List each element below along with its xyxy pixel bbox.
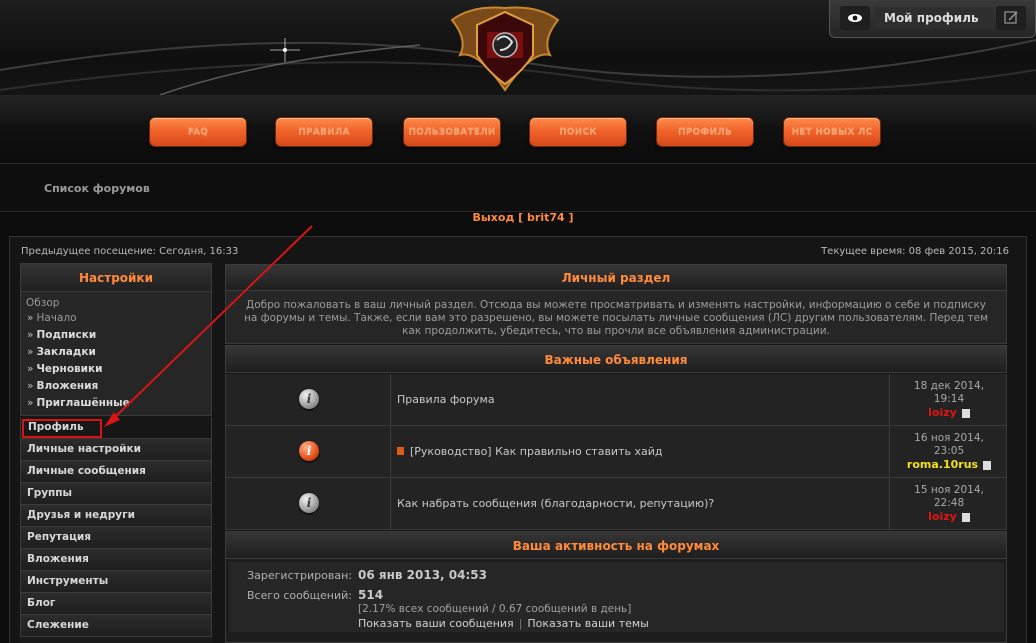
my-profile-box[interactable]: Мой профиль bbox=[829, 0, 1036, 38]
announcement-lastpost-cell: 18 дек 2014, 19:14 loizy bbox=[889, 374, 1007, 425]
sidebar-item-attachments[interactable]: Вложения bbox=[20, 549, 212, 571]
logout-link[interactable]: Выход [ brit74 ] bbox=[0, 211, 1036, 224]
activity-title: Ваша активность на форумах bbox=[225, 531, 1007, 559]
nav-profile-button[interactable]: Профиль bbox=[657, 118, 753, 146]
announcement-date: 16 ноя 2014, 23:05 bbox=[914, 432, 984, 457]
main-title: Личный раздел bbox=[225, 264, 1007, 291]
announcement-row[interactable]: i [Руководство] Как правильно ставить ха… bbox=[225, 426, 1007, 478]
sidebar-sub-bookmarks[interactable]: » Закладки bbox=[27, 346, 96, 358]
announcement-icon-cell: i bbox=[226, 478, 391, 529]
previous-visit-text: Предыдущее посещение: Сегодня, 16:33 bbox=[21, 246, 239, 257]
activity-links: Показать ваши сообщения | Показать ваши те… bbox=[358, 617, 649, 630]
sidebar-title: Настройки bbox=[20, 263, 212, 292]
sidebar-sub-subscriptions[interactable]: » Подписки bbox=[27, 329, 96, 341]
announcement-icon-cell: i bbox=[226, 426, 391, 477]
announcement-title[interactable]: [Руководство] Как правильно ставить хайд bbox=[397, 426, 662, 477]
sidebar-item-blog[interactable]: Блог bbox=[20, 593, 212, 615]
registered-value: 06 янв 2013, 04:53 bbox=[358, 568, 487, 582]
welcome-text: Добро пожаловать в ваш личный раздел. От… bbox=[225, 291, 1007, 344]
sidebar-item-watching[interactable]: Слежение bbox=[20, 615, 212, 637]
sidebar-overview-label: Обзор bbox=[26, 297, 60, 309]
posts-label: Всего сообщений: bbox=[247, 589, 352, 602]
breadcrumb-bar bbox=[0, 164, 1036, 212]
nav-users-button[interactable]: Пользователи bbox=[404, 118, 500, 146]
announcement-icon-cell: i bbox=[226, 374, 391, 425]
goto-post-icon[interactable] bbox=[983, 460, 992, 470]
breadcrumb[interactable]: Список форумов bbox=[44, 182, 150, 195]
dragon-shield-emblem bbox=[450, 6, 560, 92]
my-profile-label[interactable]: Мой профиль bbox=[874, 7, 994, 29]
nav-faq-button[interactable]: FAQ bbox=[150, 118, 246, 146]
show-your-topics-link[interactable]: Показать ваши темы bbox=[527, 617, 648, 630]
goto-post-icon[interactable] bbox=[961, 512, 970, 522]
announcement-author[interactable]: loizy bbox=[890, 510, 1008, 523]
announcement-date: 18 дек 2014, 19:14 bbox=[913, 380, 985, 405]
announcement-author[interactable]: roma.10rus bbox=[890, 458, 1008, 471]
announcement-row[interactable]: i Как набрать сообщения (благодарности, … bbox=[225, 478, 1007, 530]
page-root: Мой профиль FAQ правила Пользователи Пои… bbox=[0, 0, 1036, 643]
sidebar-item-personal-settings[interactable]: Личные настройки bbox=[20, 439, 212, 461]
site-header: Мой профиль FAQ правила Пользователи Пои… bbox=[0, 0, 1036, 164]
eye-icon[interactable] bbox=[840, 6, 870, 30]
sidebar-item-tools[interactable]: Инструменты bbox=[20, 571, 212, 593]
nav-no-new-pm-button[interactable]: Нет новых ЛС bbox=[784, 118, 880, 146]
info-icon: i bbox=[299, 493, 319, 513]
sidebar-sub-drafts[interactable]: » Черновики bbox=[27, 363, 103, 375]
sidebar-item-private-messages[interactable]: Личные сообщения bbox=[20, 461, 212, 483]
nav-rules-button[interactable]: правила bbox=[276, 118, 372, 146]
sidebar-sub-invited[interactable]: » Приглашённые bbox=[27, 397, 130, 409]
sidebar-item-groups[interactable]: Группы bbox=[20, 483, 212, 505]
info-icon: i bbox=[299, 441, 319, 461]
posts-detail: [2.17% всех сообщений / 0.67 сообщений в… bbox=[358, 603, 632, 615]
sidebar-item-reputation[interactable]: Репутация bbox=[20, 527, 212, 549]
nav-search-button[interactable]: Поиск bbox=[530, 118, 626, 146]
announcement-row[interactable]: i Правила форума 18 дек 2014, 19:14 loizy bbox=[225, 374, 1007, 426]
announcement-lastpost-cell: 16 ноя 2014, 23:05 roma.10rus bbox=[889, 426, 1007, 477]
goto-post-icon[interactable] bbox=[961, 408, 970, 418]
announcement-lastpost-cell: 15 ноя 2014, 22:48 loizy bbox=[889, 478, 1007, 529]
sidebar-item-friends-foes[interactable]: Друзья и недруги bbox=[20, 505, 212, 527]
announcements-title: Важные объявления bbox=[225, 345, 1007, 373]
registered-label: Зарегистрирован: bbox=[247, 569, 352, 582]
info-icon: i bbox=[299, 389, 319, 409]
announcement-title[interactable]: Правила форума bbox=[397, 374, 495, 425]
attachment-flag-icon bbox=[397, 447, 404, 455]
sidebar-sub-attachments[interactable]: » Вложения bbox=[27, 380, 98, 392]
announcement-author[interactable]: loizy bbox=[890, 406, 1008, 419]
announcement-title[interactable]: Как набрать сообщения (благодарности, ре… bbox=[397, 478, 714, 529]
edit-icon[interactable] bbox=[996, 6, 1026, 30]
announcement-date: 15 ноя 2014, 22:48 bbox=[914, 484, 984, 509]
sidebar-sub-start[interactable]: » Начало bbox=[27, 312, 77, 324]
posts-value: 514 bbox=[358, 588, 384, 602]
current-time-text: Текущее время: 08 фев 2015, 20:16 bbox=[821, 246, 1009, 257]
sidebar-item-profile[interactable]: Профиль bbox=[22, 419, 102, 438]
show-your-posts-link[interactable]: Показать ваши сообщения bbox=[358, 617, 514, 630]
